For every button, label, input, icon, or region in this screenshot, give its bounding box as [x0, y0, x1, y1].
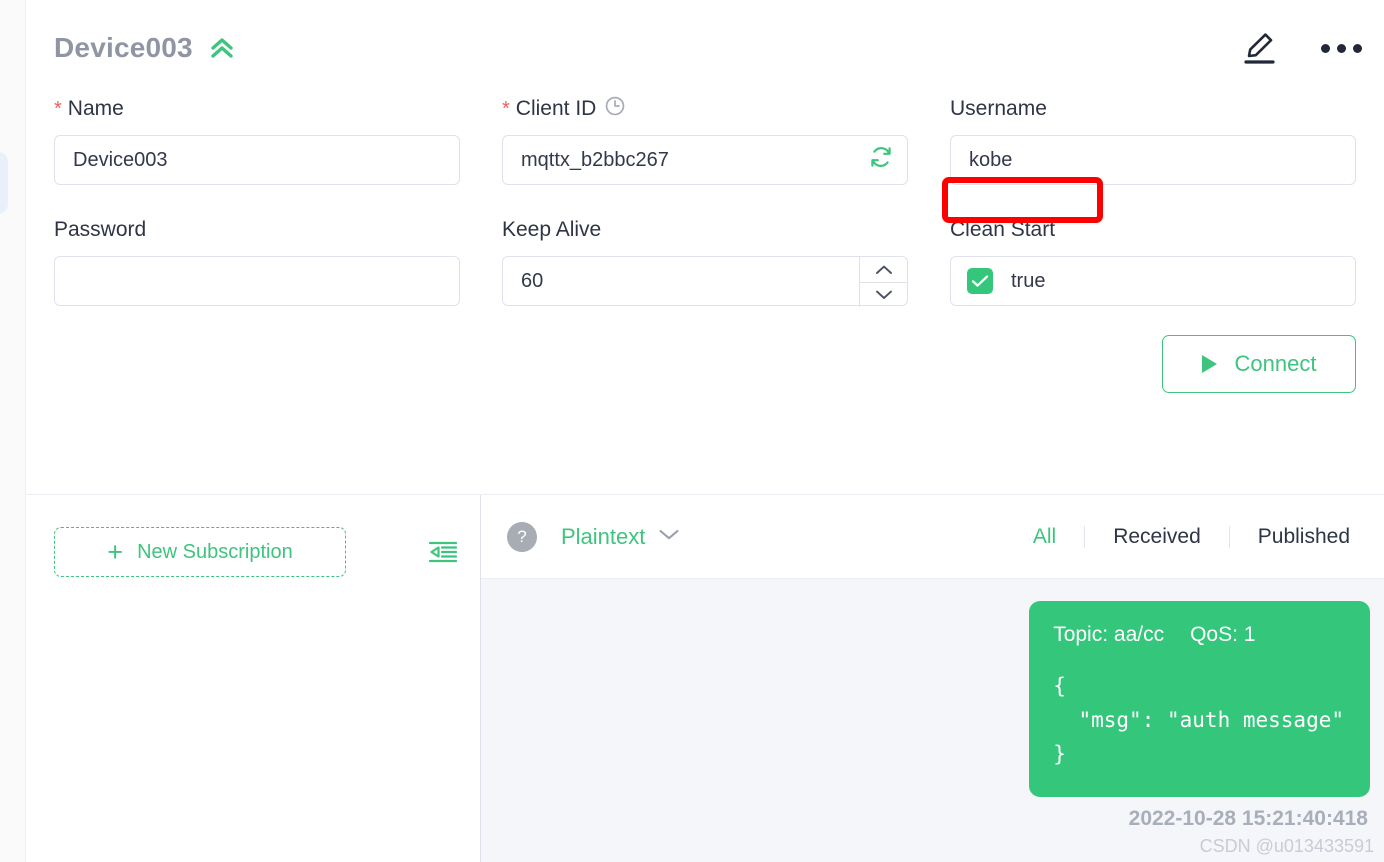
field-password: Password: [54, 217, 460, 306]
clean-start-checkbox[interactable]: [967, 268, 993, 294]
clean-start-control[interactable]: true: [950, 256, 1356, 306]
connect-button-label: Connect: [1234, 351, 1317, 376]
password-input[interactable]: [54, 256, 460, 306]
message-list[interactable]: Topic: aa/cc QoS: 1 { "msg": "auth messa…: [481, 579, 1384, 862]
play-icon: [1201, 355, 1217, 373]
form-row-2: Password Keep Alive 60 Clean Start true: [54, 217, 1356, 307]
watermark-text: CSDN @u013433591: [1199, 836, 1374, 856]
message-payload: { "msg": "auth message" }: [1053, 674, 1344, 767]
keep-alive-label-text: Keep Alive: [502, 218, 602, 241]
messages-panel: ? Plaintext All Received Published Topic…: [481, 495, 1384, 862]
chevron-down-icon[interactable]: [860, 281, 907, 308]
message-row: Topic: aa/cc QoS: 1 { "msg": "auth messa…: [481, 601, 1370, 798]
client-id-label: * Client ID: [502, 96, 908, 122]
client-id-input[interactable]: mqttx_b2bbc267: [502, 135, 908, 185]
username-label-text: Username: [950, 97, 1047, 120]
field-clean-start: Clean Start true: [950, 217, 1356, 306]
name-input[interactable]: Device003: [54, 135, 460, 185]
clean-start-label: Clean Start: [950, 217, 1356, 243]
connect-button[interactable]: Connect: [1162, 335, 1356, 393]
required-marker: *: [54, 98, 62, 120]
payload-format-value: Plaintext: [561, 523, 646, 549]
connect-row: Connect: [26, 306, 1384, 393]
keep-alive-input[interactable]: 60: [502, 256, 908, 307]
page-title: Device003: [54, 32, 193, 63]
collapse-left-panel-icon[interactable]: [428, 537, 458, 567]
username-label: Username: [950, 96, 1356, 122]
message-timestamp: 2022-10-28 15:21:40:418: [1128, 807, 1368, 831]
message-bubble[interactable]: Topic: aa/cc QoS: 1 { "msg": "auth messa…: [1029, 601, 1370, 798]
client-id-input-value: mqttx_b2bbc267: [521, 148, 669, 171]
pencil-edit-icon[interactable]: [1237, 26, 1281, 70]
payload-format-select[interactable]: Plaintext: [561, 524, 680, 550]
connection-header: Device003: [26, 0, 1384, 96]
mqttx-connection-screen: Device003 * Name Device003 * Client ID m…: [0, 0, 1384, 862]
message-qos: QoS: 1: [1190, 623, 1256, 646]
field-keep-alive: Keep Alive 60: [502, 217, 908, 307]
messages-toolbar: ? Plaintext All Received Published: [481, 495, 1384, 579]
bottom-panels: + New Subscription ? Plaintext All Recei…: [26, 495, 1384, 862]
clock-icon: [604, 95, 626, 123]
new-subscription-label: New Subscription: [137, 540, 293, 563]
username-input-value: kobe: [969, 148, 1013, 171]
message-topic: Topic: aa/cc: [1053, 623, 1165, 646]
password-label: Password: [54, 217, 460, 243]
header-actions: [1237, 26, 1362, 70]
form-row-spacer: [54, 185, 1356, 217]
chevron-up-icon[interactable]: [860, 257, 907, 282]
connection-title-group: Device003: [54, 32, 237, 64]
field-client-id: * Client ID mqttx_b2bbc267: [502, 96, 908, 185]
left-edge-rail: [0, 0, 26, 862]
name-label-text: Name: [67, 97, 124, 120]
password-label-text: Password: [54, 218, 147, 241]
filter-tab-all[interactable]: All: [1005, 525, 1084, 549]
clean-start-label-text: Clean Start: [950, 218, 1056, 241]
new-subscription-button[interactable]: + New Subscription: [54, 527, 346, 577]
required-marker: *: [502, 98, 510, 120]
plus-icon: +: [107, 536, 124, 567]
refresh-icon[interactable]: [869, 145, 893, 175]
filter-tab-published[interactable]: Published: [1230, 525, 1378, 549]
more-horizontal-icon[interactable]: [1321, 43, 1362, 53]
chevron-down-icon: [658, 528, 680, 546]
message-filter-tabs: All Received Published: [1005, 525, 1384, 549]
rail-selected-indicator: [0, 152, 8, 214]
username-input[interactable]: kobe: [950, 135, 1356, 185]
check-icon: [971, 275, 989, 287]
question-mark-icon[interactable]: ?: [507, 521, 537, 552]
name-label: * Name: [54, 96, 460, 122]
name-input-value: Device003: [73, 148, 168, 171]
message-meta: Topic: aa/cc QoS: 1: [1053, 623, 1344, 647]
form-row-1: * Name Device003 * Client ID mqttx_b2bbc…: [54, 96, 1356, 185]
subscriptions-panel: + New Subscription: [26, 495, 481, 862]
keep-alive-label: Keep Alive: [502, 217, 908, 243]
clean-start-value: true: [1011, 269, 1046, 292]
keep-alive-stepper: [859, 257, 907, 307]
client-id-label-text: Client ID: [515, 97, 597, 120]
field-name: * Name Device003: [54, 96, 460, 185]
connection-form: * Name Device003 * Client ID mqttx_b2bbc…: [26, 96, 1384, 307]
double-chevron-up-icon[interactable]: [207, 33, 237, 63]
filter-tab-received[interactable]: Received: [1085, 525, 1229, 549]
field-username: Username kobe: [950, 96, 1356, 185]
keep-alive-input-value: 60: [521, 269, 544, 292]
